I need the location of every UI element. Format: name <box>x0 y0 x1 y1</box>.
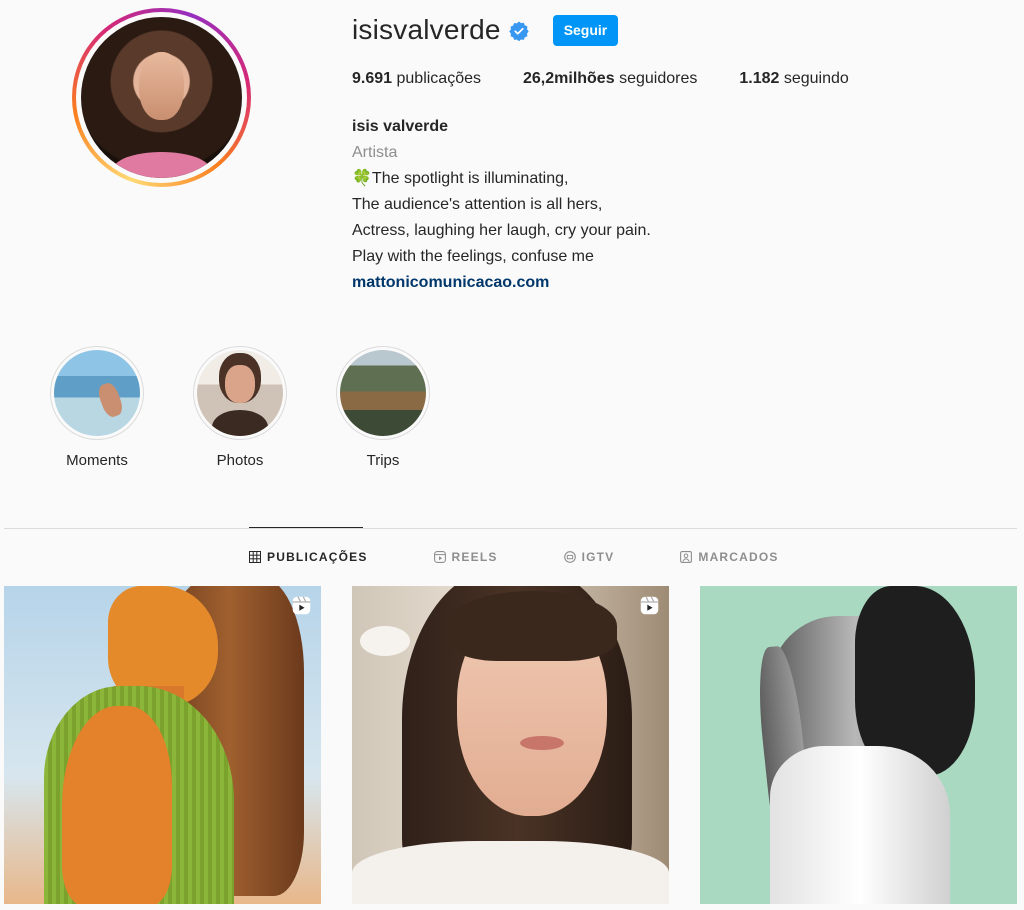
tabs-divider <box>4 528 1017 529</box>
bio-line: 🍀The spotlight is illuminating, <box>352 170 569 187</box>
post-thumbnail[interactable] <box>700 586 1017 904</box>
followers-label: seguidores <box>619 70 698 87</box>
avatar-frame <box>76 12 247 183</box>
bio-line: Actress, laughing her laugh, cry your pa… <box>352 222 651 239</box>
tab-igtv[interactable]: IGTV <box>563 550 615 564</box>
highlight-label: Photos <box>216 452 264 469</box>
profile-stats: 9.691 publicações 26,2milhões seguidores… <box>352 70 891 88</box>
highlight-photos[interactable]: Photos <box>193 346 287 469</box>
highlight-cover-image <box>197 350 283 436</box>
tab-label: IGTV <box>581 550 615 564</box>
full-name: isis valverde <box>352 118 449 135</box>
posts-stat: 9.691 publicações <box>352 70 481 88</box>
tagged-icon <box>680 551 693 563</box>
highlight-trips[interactable]: Trips <box>336 346 430 469</box>
highlight-cover-ring <box>50 346 144 440</box>
follow-button[interactable]: Seguir <box>552 14 619 46</box>
profile-avatar-story-ring[interactable] <box>72 8 251 187</box>
highlight-cover-image <box>340 350 426 436</box>
following-stat[interactable]: 1.182 seguindo <box>739 70 848 88</box>
tab-marcados[interactable]: MARCADOS <box>680 550 778 564</box>
tab-publicacoes[interactable]: PUBLICAÇÕES <box>249 550 368 564</box>
igtv-icon <box>563 551 576 563</box>
posts-label: publicações <box>396 70 482 87</box>
followers-count: 26,2milhões <box>523 70 615 87</box>
highlight-cover-image <box>54 350 140 436</box>
bio-line: The audience's attention is all hers, <box>352 196 603 213</box>
active-tab-indicator <box>249 527 363 528</box>
avatar <box>81 17 242 178</box>
followers-stat[interactable]: 26,2milhões seguidores <box>523 70 697 88</box>
highlight-cover-ring <box>336 346 430 440</box>
tab-label: REELS <box>451 550 498 564</box>
reel-indicator-icon <box>292 596 311 615</box>
username-row: isisvalverde Seguir <box>352 14 619 46</box>
tab-label: MARCADOS <box>698 550 779 564</box>
profile-tabs: PUBLICAÇÕES REELS IGTV MARCADOS <box>249 550 845 564</box>
grid-icon <box>249 551 261 563</box>
story-highlights: Moments Photos Trips <box>50 346 479 469</box>
verified-badge-icon <box>508 21 529 41</box>
highlight-cover-ring <box>193 346 287 440</box>
post-thumbnail[interactable] <box>352 586 669 904</box>
profile-bio: isis valverde Artista 🍀The spotlight is … <box>352 114 772 296</box>
reels-icon <box>433 551 446 563</box>
post-thumbnail[interactable] <box>4 586 321 904</box>
avatar-face <box>138 52 185 121</box>
username: isisvalverde <box>352 14 501 45</box>
highlight-moments[interactable]: Moments <box>50 346 144 469</box>
profile-category: Artista <box>352 144 398 161</box>
reel-indicator-icon <box>640 596 659 615</box>
posts-grid <box>4 586 1017 904</box>
following-label: seguindo <box>783 70 849 87</box>
following-count: 1.182 <box>739 70 780 87</box>
highlight-label: Trips <box>366 452 400 469</box>
bio-line: Play with the feelings, confuse me <box>352 248 594 265</box>
website-link[interactable]: mattonicomunicacao.com <box>352 274 549 291</box>
tab-label: PUBLICAÇÕES <box>267 550 368 564</box>
avatar-shirt <box>113 152 210 178</box>
posts-count: 9.691 <box>352 70 393 87</box>
tab-reels[interactable]: REELS <box>433 550 498 564</box>
highlight-label: Moments <box>66 452 128 469</box>
